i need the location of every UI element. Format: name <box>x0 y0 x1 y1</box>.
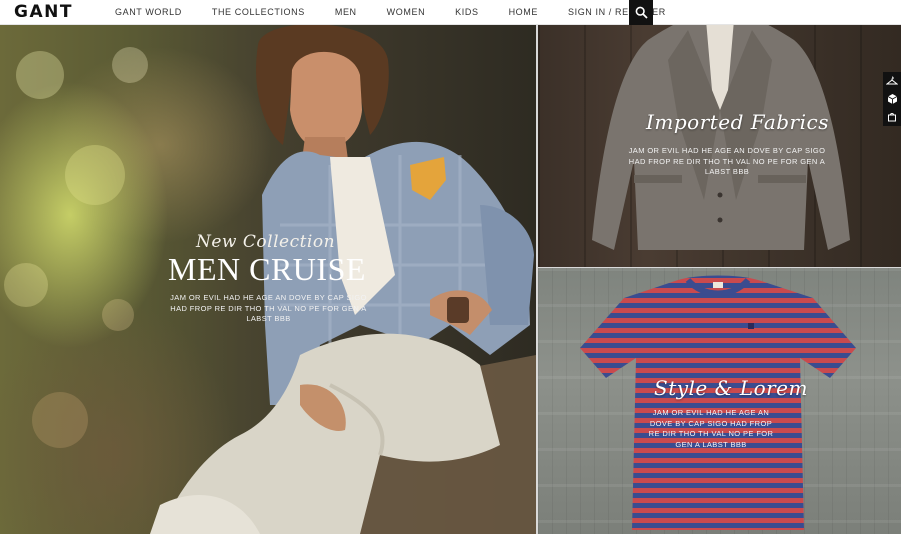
search-icon <box>635 6 648 19</box>
nav-link-women[interactable]: WOMEN <box>387 7 426 17</box>
gant-logo[interactable]: GANT <box>14 2 106 22</box>
hanger-icon <box>886 76 898 85</box>
blazer-image <box>592 0 850 251</box>
top-navigation: GANT GANT WORLD THE COLLECTIONS MEN WOME… <box>0 0 901 25</box>
nav-link-kids[interactable]: KIDS <box>455 7 478 17</box>
bag-icon <box>888 113 896 122</box>
striped-tshirt-image <box>580 275 856 530</box>
panel-top-heading: Imported Fabrics <box>646 110 829 134</box>
side-tool-bag[interactable] <box>883 108 901 126</box>
nav-link-home[interactable]: HOME <box>509 7 538 17</box>
nav-link-gant-world[interactable]: GANT WORLD <box>115 7 182 17</box>
hero-model-image <box>4 25 536 534</box>
hero-men-cruise[interactable]: New Collection MEN CRUISE JAM OR EVIL HA… <box>0 25 536 534</box>
side-tool-hanger[interactable] <box>883 72 901 90</box>
nav-link-the-collections[interactable]: THE COLLECTIONS <box>212 7 305 17</box>
side-toolbar <box>883 72 901 126</box>
nav-link-men[interactable]: MEN <box>335 7 357 17</box>
cube-icon <box>887 94 897 104</box>
side-tool-cube[interactable] <box>883 90 901 108</box>
panel-bottom-body-text: JAM OR EVIL HAD HE AGE AN DOVE BY CAP SI… <box>648 408 774 449</box>
panel-style-lorem[interactable]: Style & Lorem JAM OR EVIL HAD HE AGE AN … <box>538 268 901 534</box>
panel-bottom-heading: Style & Lorem <box>654 376 808 400</box>
panel-top-body-text: JAM OR EVIL HAD HE AGE AN DOVE BY CAP SI… <box>628 146 826 176</box>
search-button[interactable] <box>629 0 653 25</box>
nav-links: GANT WORLD THE COLLECTIONS MEN WOMEN KID… <box>115 7 666 17</box>
panel-imported-fabrics[interactable]: Imported Fabrics JAM OR EVIL HAD HE AGE … <box>538 0 901 268</box>
